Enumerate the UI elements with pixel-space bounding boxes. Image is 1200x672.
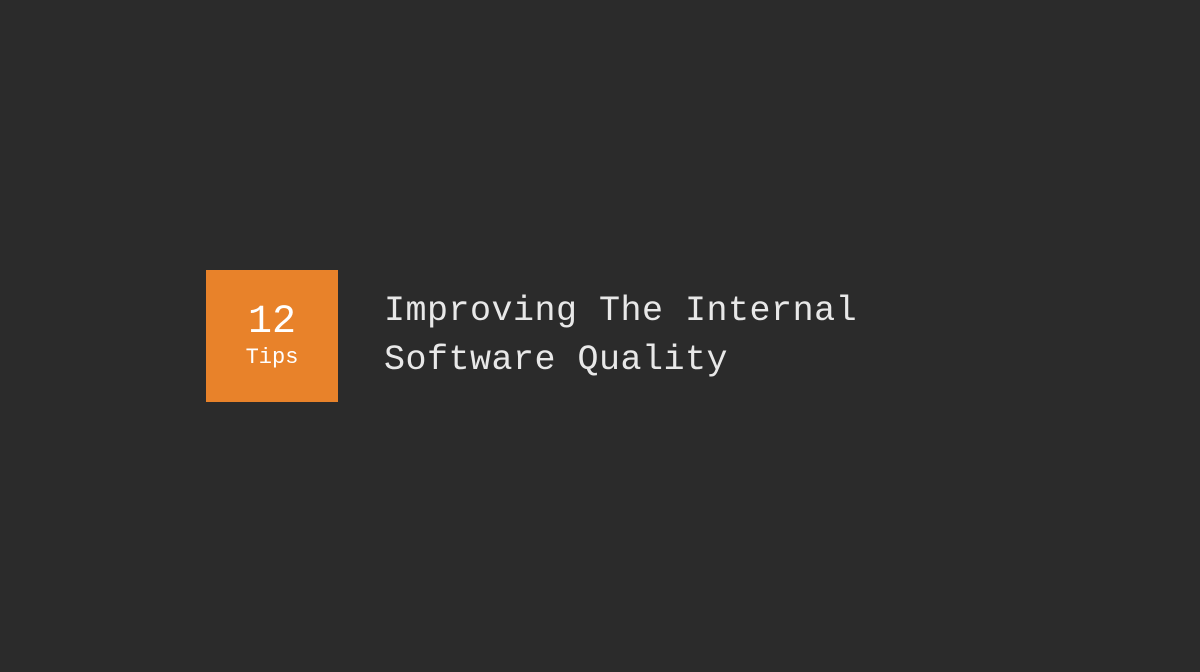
badge-number: 12 (248, 303, 296, 343)
tips-badge: 12 Tips (206, 270, 338, 402)
slide-title: Improving The Internal Software Quality (384, 287, 857, 385)
content-row: 12 Tips Improving The Internal Software … (206, 270, 857, 402)
badge-label: Tips (246, 347, 299, 369)
